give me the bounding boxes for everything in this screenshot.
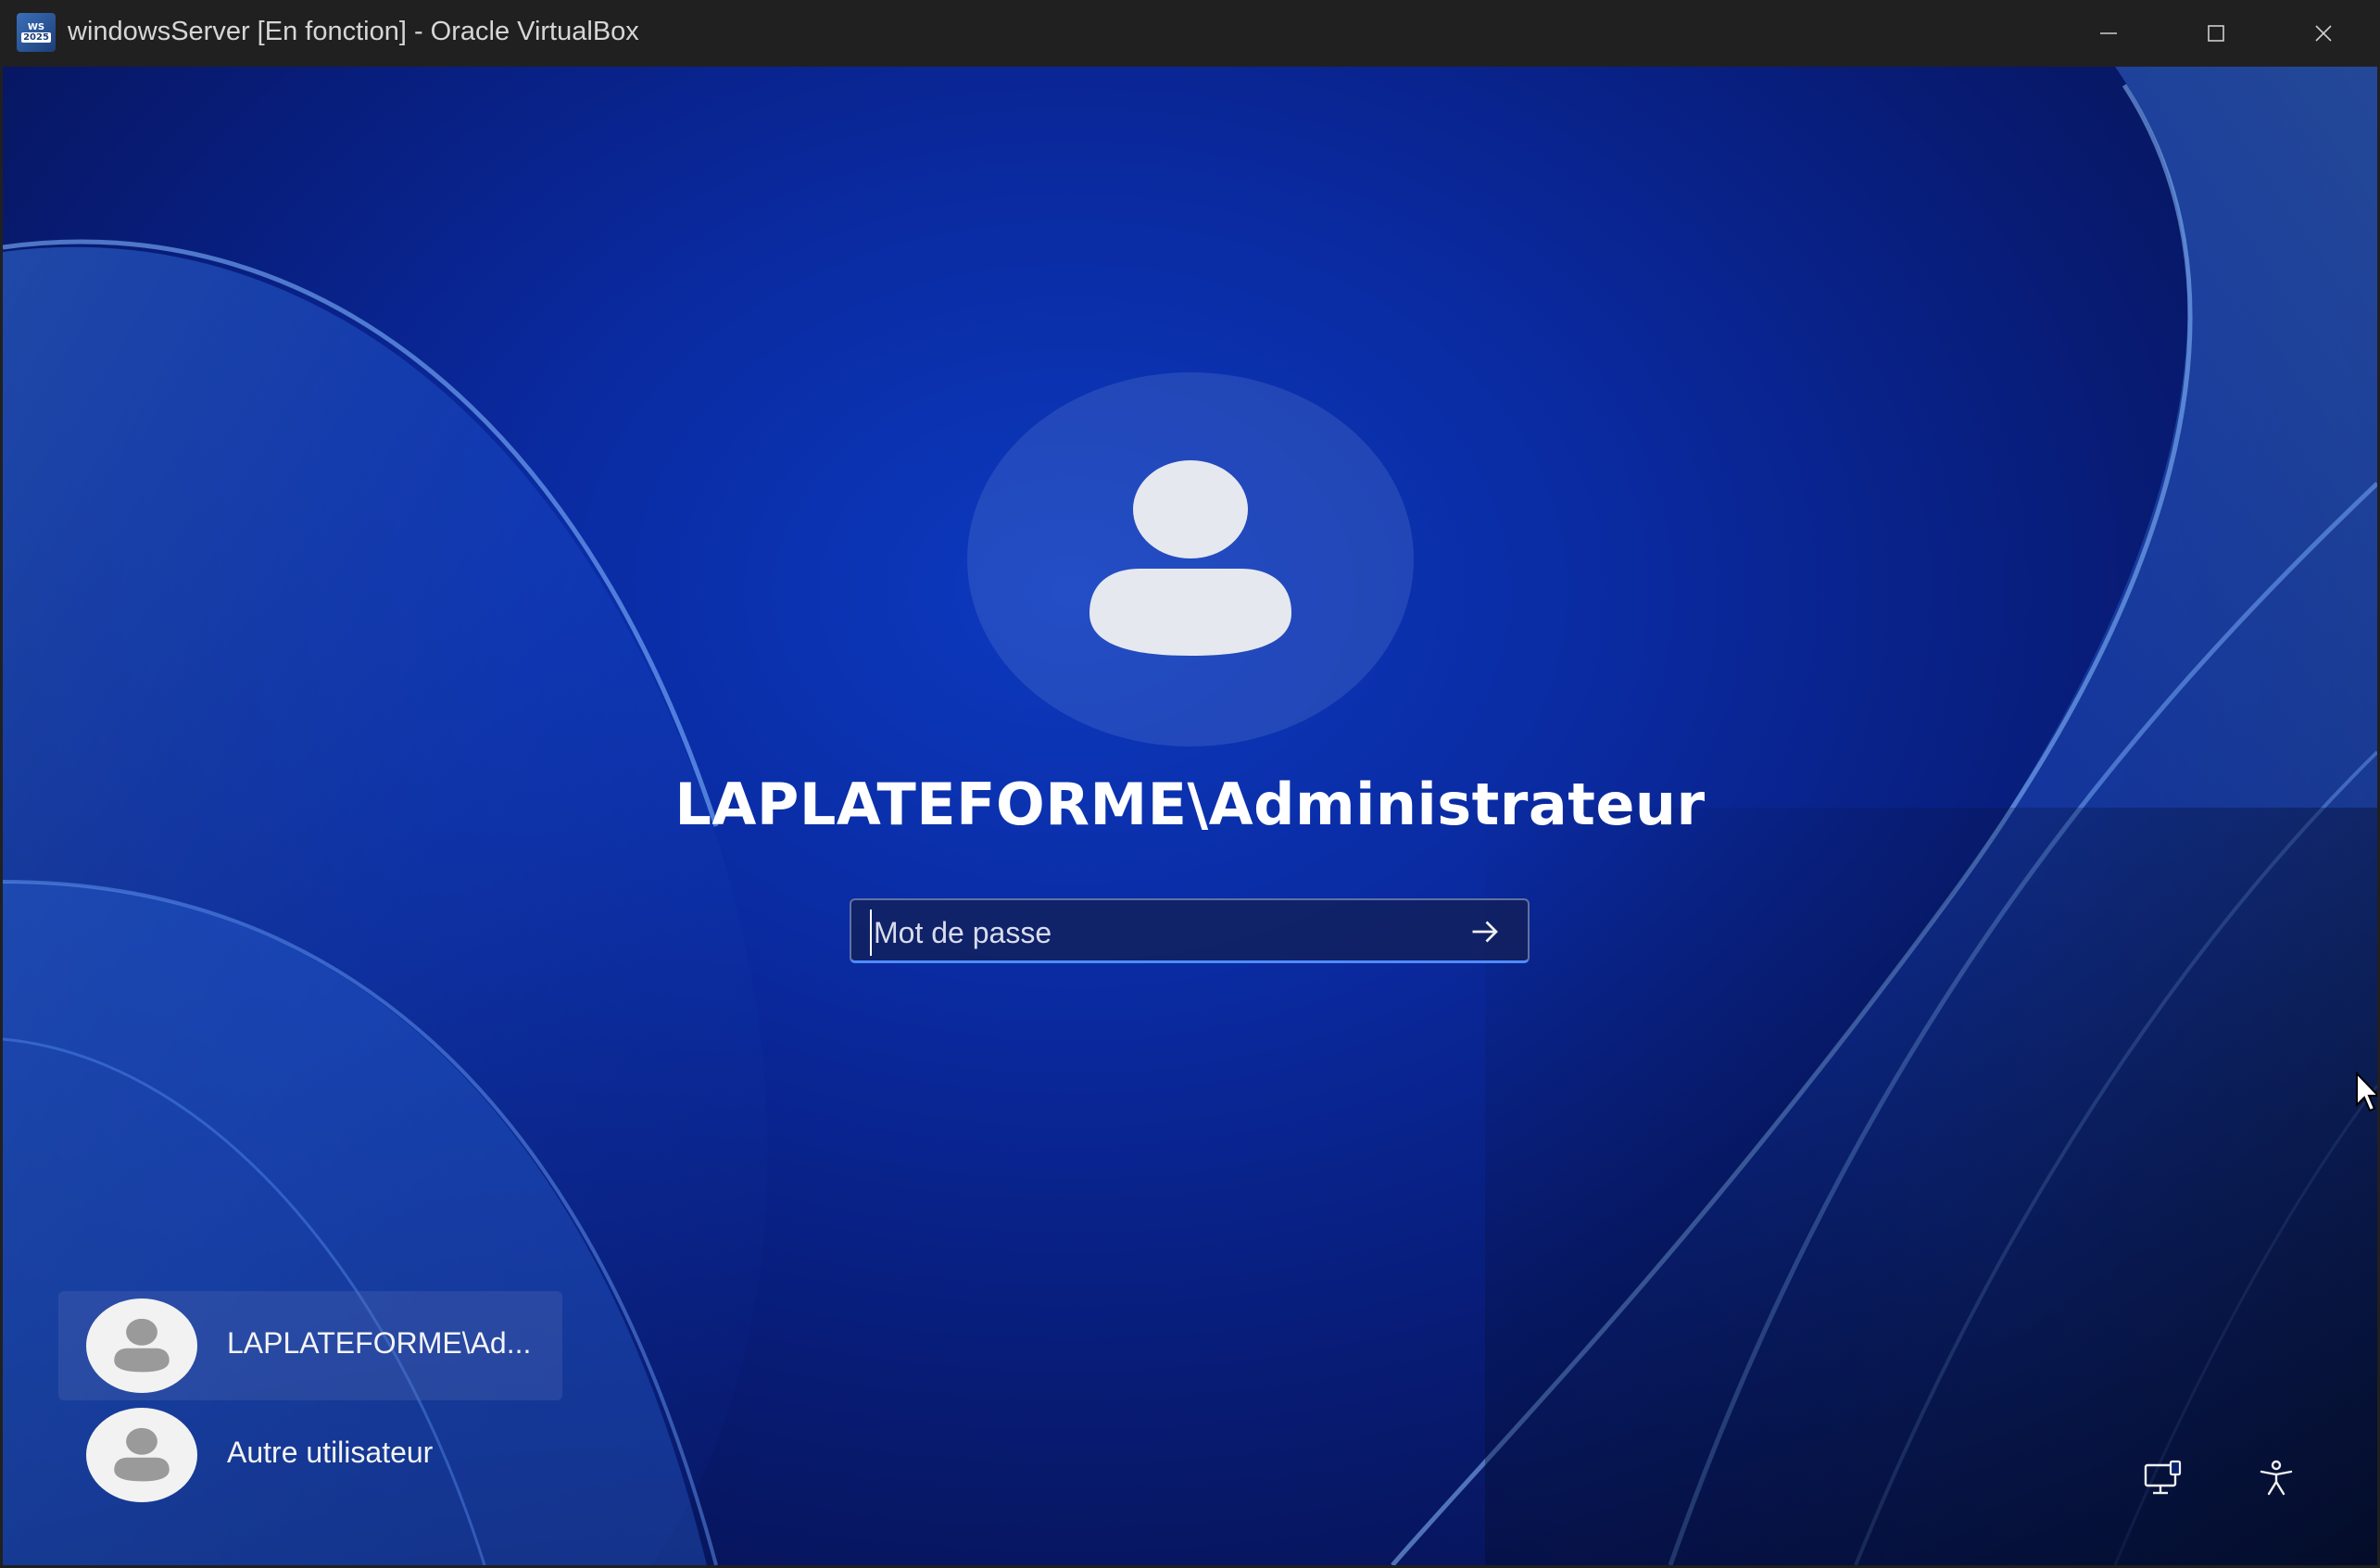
accessibility-button[interactable] xyxy=(2247,1449,2306,1508)
user-list-label: LAPLATEFORME\Ad... xyxy=(227,1326,532,1360)
maximize-button[interactable] xyxy=(2162,0,2270,67)
user-icon xyxy=(1089,460,1291,656)
avatar xyxy=(86,1408,197,1502)
selected-user-name: LAPLATEFORME\Administrateur xyxy=(674,771,1706,838)
submit-button[interactable] xyxy=(1465,911,1505,952)
user-list-item-administrateur[interactable]: LAPLATEFORME\Ad... xyxy=(58,1291,562,1400)
user-list-item-other[interactable]: Autre utilisateur xyxy=(58,1400,562,1510)
password-field[interactable] xyxy=(850,898,1530,963)
close-button[interactable] xyxy=(2270,0,2377,67)
title-bar[interactable]: WS 2025 windowsServer [En fonction] - Or… xyxy=(0,0,2380,67)
maximize-icon xyxy=(2208,25,2224,42)
accessibility-icon xyxy=(2260,1460,2293,1496)
mouse-cursor-icon xyxy=(2356,1072,2377,1112)
virtualbox-window: WS 2025 windowsServer [En fonction] - Or… xyxy=(0,0,2380,1568)
user-icon xyxy=(114,1427,170,1482)
network-icon xyxy=(2144,1460,2182,1495)
avatar xyxy=(86,1298,197,1393)
user-icon xyxy=(114,1318,170,1373)
user-avatar-large xyxy=(967,372,1414,746)
vm-display[interactable]: LAPLATEFORME\Administrateur LAPLATEFORME… xyxy=(3,67,2377,1565)
close-icon xyxy=(2315,25,2332,42)
arrow-right-icon xyxy=(1472,921,1498,943)
window-title: windowsServer [En fonction] - Oracle Vir… xyxy=(68,17,639,46)
user-list-label: Autre utilisateur xyxy=(227,1436,434,1469)
network-button[interactable] xyxy=(2134,1449,2193,1508)
virtualbox-vm-icon: WS 2025 xyxy=(17,13,56,52)
minimize-icon xyxy=(2100,32,2117,34)
minimize-button[interactable] xyxy=(2055,0,2162,67)
password-input[interactable] xyxy=(870,909,1450,956)
